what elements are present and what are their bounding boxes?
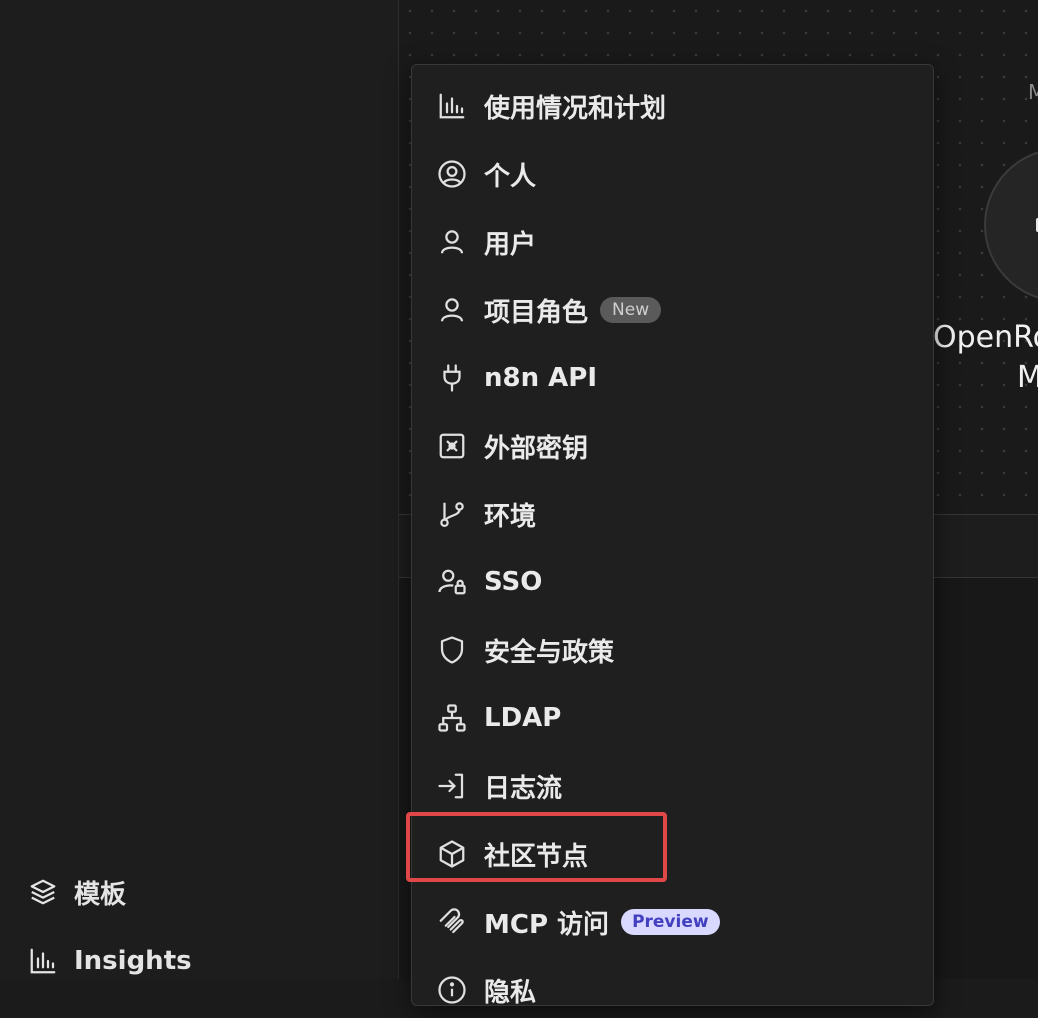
card-node-icon bbox=[984, 148, 1038, 302]
template-card[interactable]: M OpenRo M bbox=[933, 0, 1038, 514]
cube-icon bbox=[436, 838, 468, 870]
shield-icon bbox=[436, 634, 468, 666]
menu-item-log-streaming[interactable]: 日志流 bbox=[412, 758, 933, 814]
sidebar: 模板 Insights bbox=[0, 0, 399, 979]
sidebar-item-insights[interactable]: Insights bbox=[28, 941, 192, 981]
menu-item-label: 环境 bbox=[484, 501, 537, 532]
mcp-icon bbox=[436, 906, 468, 938]
menu-item-label: 用户 bbox=[484, 229, 537, 260]
menu-item-label: MCP 访问 bbox=[484, 909, 610, 940]
menu-item-label: n8n API bbox=[484, 363, 598, 393]
menu-item-label: 安全与政策 bbox=[484, 637, 615, 668]
card-tag: M bbox=[1028, 80, 1038, 104]
user-icon bbox=[436, 226, 468, 258]
menu-item-personal[interactable]: 个人 bbox=[412, 146, 933, 202]
menu-item-mcp-access[interactable]: MCP 访问 Preview bbox=[412, 894, 933, 950]
sidebar-item-label: Insights bbox=[74, 946, 192, 976]
menu-item-n8n-api[interactable]: n8n API bbox=[412, 350, 933, 406]
templates-icon bbox=[30, 879, 56, 905]
menu-item-label: 日志流 bbox=[484, 773, 563, 804]
user-circle-icon bbox=[436, 158, 468, 190]
menu-item-label: 外部密钥 bbox=[484, 433, 589, 464]
settings-menu: 使用情况和计划 个人 用户 项目角色 New n8n API 外部密钥 环境 S… bbox=[411, 64, 934, 1008]
menu-item-label: 个人 bbox=[484, 161, 537, 192]
menu-item-project-roles[interactable]: 项目角色 New bbox=[412, 282, 933, 338]
network-icon bbox=[436, 702, 468, 734]
menu-item-label: SSO bbox=[484, 567, 543, 597]
menu-item-users[interactable]: 用户 bbox=[412, 214, 933, 270]
menu-item-label: LDAP bbox=[484, 703, 562, 733]
menu-item-usage-plan[interactable]: 使用情况和计划 bbox=[412, 78, 933, 134]
sidebar-item-label: 模板 bbox=[74, 879, 127, 910]
menu-item-sso[interactable]: SSO bbox=[412, 554, 933, 610]
preview-badge: Preview bbox=[621, 909, 720, 935]
card-title: OpenRo bbox=[933, 320, 1038, 355]
menu-item-privacy[interactable]: 隐私 bbox=[412, 962, 933, 1018]
card-subtitle: M bbox=[1017, 360, 1038, 395]
menu-item-ldap[interactable]: LDAP bbox=[412, 690, 933, 746]
menu-item-external-secrets[interactable]: 外部密钥 bbox=[412, 418, 933, 474]
menu-item-label: 项目角色 bbox=[484, 297, 589, 328]
menu-item-community-nodes[interactable]: 社区节点 bbox=[412, 826, 933, 882]
plug-icon bbox=[436, 362, 468, 394]
new-badge: New bbox=[600, 297, 662, 323]
user-lock-icon bbox=[436, 566, 468, 598]
bar-chart-icon bbox=[436, 90, 468, 122]
user-icon bbox=[436, 294, 468, 326]
menu-item-label: 社区节点 bbox=[484, 841, 589, 872]
menu-item-label: 隐私 bbox=[484, 977, 537, 1008]
vault-icon bbox=[436, 430, 468, 462]
sign-in-icon bbox=[436, 770, 468, 802]
menu-item-label: 使用情况和计划 bbox=[484, 93, 667, 124]
git-branch-icon bbox=[436, 498, 468, 530]
bar-chart-icon bbox=[30, 948, 56, 974]
sidebar-item-templates[interactable]: 模板 bbox=[28, 872, 126, 912]
menu-item-security-policy[interactable]: 安全与政策 bbox=[412, 622, 933, 678]
menu-item-environments[interactable]: 环境 bbox=[412, 486, 933, 542]
